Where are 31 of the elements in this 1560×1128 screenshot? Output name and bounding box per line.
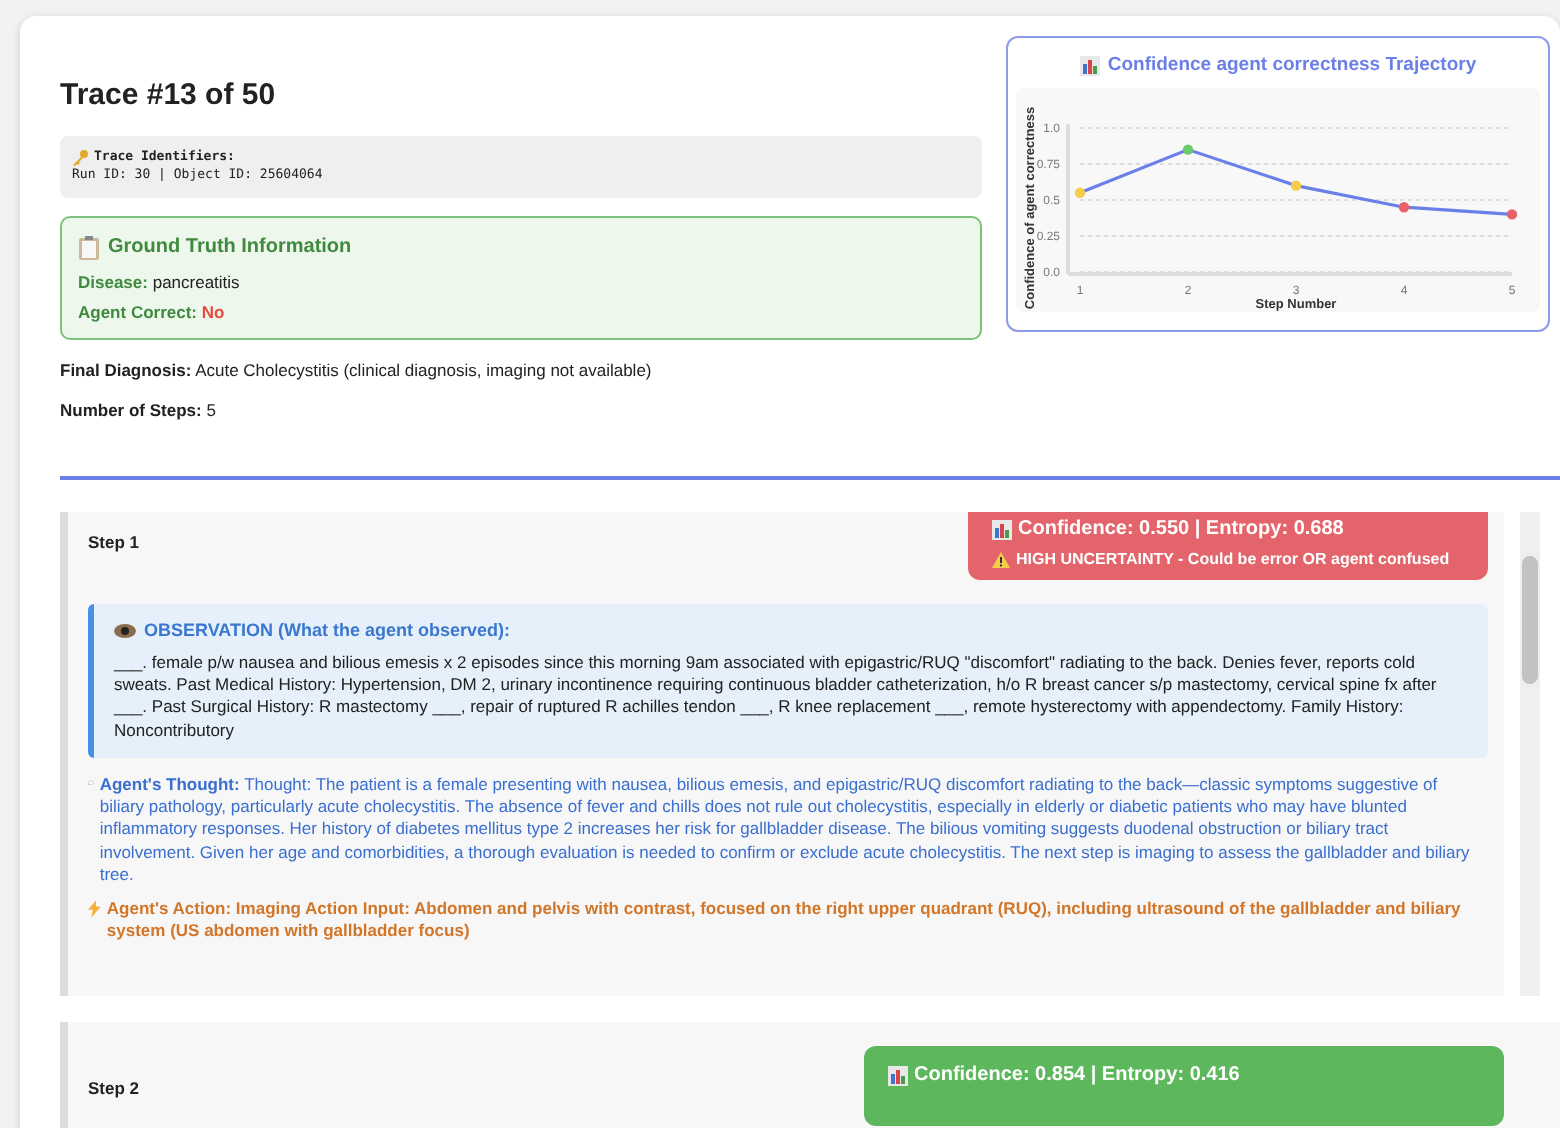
data-point	[1182, 144, 1194, 155]
data-point	[1506, 209, 1518, 220]
final-diagnosis: Final Diagnosis: Acute Cholecystitis (clinical diagnosis, imaging not available)	[60, 359, 654, 380]
scrollbar[interactable]	[1520, 512, 1540, 996]
scrollbar-thumb[interactable]	[1522, 556, 1538, 684]
lightning-icon	[88, 897, 101, 920]
step-title: Step 1	[88, 532, 140, 552]
ground-truth-heading: Ground Truth Information	[108, 236, 352, 259]
agent-correct-line: Agent Correct: No	[78, 301, 227, 322]
bar-chart-icon	[992, 519, 1012, 539]
confidence-text: Confidence: 0.550 | Entropy: 0.688	[1018, 518, 1344, 540]
warning-icon	[992, 551, 1010, 567]
data-point	[1398, 202, 1410, 213]
observation-heading: OBSERVATION (What the agent observed):	[144, 620, 511, 640]
step-title: Step 2	[88, 1078, 140, 1102]
chart-title: Confidence agent correctness Trajectory	[1107, 54, 1477, 76]
clipboard-icon	[78, 235, 100, 260]
thought-text: Agent's Thought: Thought: The patient is a female presenting with nausea, bilious emesis, and epigastric/RUQ discomfort radiating to the back—classic symptoms suggestive of biliary pathology, particularly acute cholecystitis. The absence of fever and chills does not rule out cholecystitis, especially in elderly or diabetic patients who may have blunted inflammatory responses. Her history of diabetes mellitus type 2 increases her risk for gallbladder disease. The bilious vomiting suggests duodenal obstruction or biliary tract involvement. Given her age and comorbidities, a thorough evaluation is needed to confirm or exclude acute cholecystitis. The next step is imaging to assess the gallbladder and biliary tree.	[99, 773, 1472, 886]
data-point	[1074, 187, 1086, 198]
bar-chart-icon	[1079, 55, 1100, 75]
data-point	[1290, 180, 1302, 191]
observation-text: ___. female p/w nausea and bilious emesis x 2 episodes since this morning 9am associated with epigastric/RUQ "discomfort" radiating to the back. Denies fever, reports cold sweats. Past Medical History: Hypertension, DM 2, urinary incontinence requiring continuous bladder catheterization, h/o R breast cancer s/p mastectomy, cervical spine fx after ___. Past Surgical History: R mastectomy ___, repair of ruptured R achilles tendon ___, R knee replacement ___, remote hysterectomy with appendectomy. Family History: Noncontributory	[114, 652, 1439, 742]
warning-text: HIGH UNCERTAINTY - Could be error OR agent confused	[1016, 550, 1450, 568]
eye-icon	[114, 623, 136, 637]
key-icon	[72, 149, 88, 166]
bar-chart-icon	[888, 1065, 908, 1085]
disease-line: Disease: pancreatitis	[78, 271, 242, 292]
action-text: Agent's Action: Imaging Action Input: Abdomen and pelvis with contrast, focused on the right upper quadrant (RUQ), including ultrasound of the gallbladder and biliary system (US abdomen with gallbladder focus)	[106, 897, 1463, 943]
confidence-text: Confidence: 0.854 | Entropy: 0.416	[914, 1064, 1240, 1086]
trace-title: Trace #13 of 50	[60, 78, 278, 112]
number-of-steps: Number of Steps: 5	[60, 399, 982, 420]
